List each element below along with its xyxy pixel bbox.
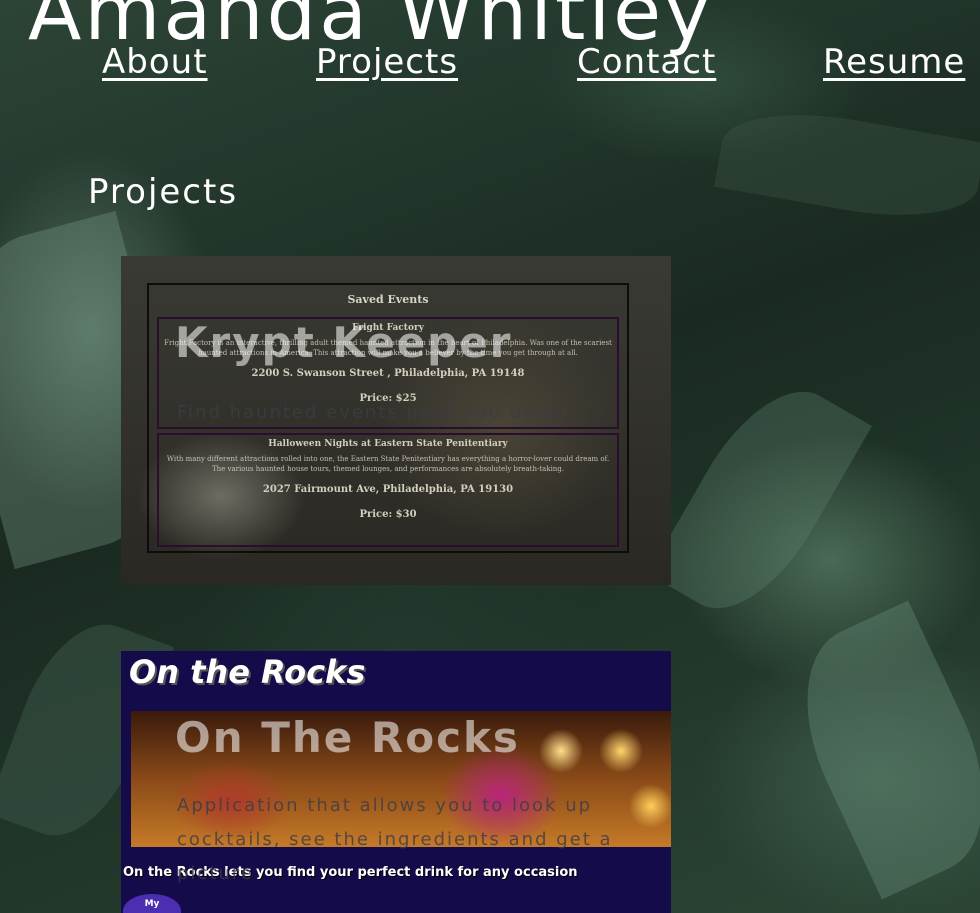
project-description: Application that allows you to look up c…	[177, 795, 613, 884]
project-description: Find haunted events near you using	[177, 402, 569, 423]
event-name: Halloween Nights at Eastern State Penite…	[268, 439, 508, 449]
project-title: Krypt Keeper	[175, 318, 513, 367]
project-card-krypt-keeper[interactable]: Saved Events Fright Factory Fright Facto…	[121, 256, 671, 585]
event-address: 2027 Fairmount Ave, Philadelphia, PA 191…	[262, 483, 514, 495]
nav-link-projects[interactable]: Projects	[316, 42, 458, 82]
saved-events-heading: Saved Events	[347, 293, 429, 306]
nav-link-about[interactable]: About	[102, 42, 208, 82]
background-leaf	[714, 98, 980, 232]
event-description: With many different attractions rolled i…	[166, 455, 610, 473]
background-leaf	[772, 600, 980, 900]
on-the-rocks-logo: On the Rocks	[129, 653, 366, 691]
event-card: Halloween Nights at Eastern State Penite…	[157, 433, 619, 547]
project-title: On The Rocks	[175, 713, 520, 762]
my-drinks-button[interactable]: My	[123, 894, 181, 913]
event-address: 2200 S. Swanson Street , Philadelphia, P…	[251, 367, 525, 379]
background-leaf	[648, 366, 872, 634]
nav-link-contact[interactable]: Contact	[577, 42, 716, 82]
project-card-on-the-rocks[interactable]: On the Rocks On the Rocks lets you find …	[121, 651, 671, 913]
section-title: Projects	[88, 172, 239, 212]
event-price: Price: $30	[359, 508, 417, 520]
nav-link-resume[interactable]: Resume	[823, 42, 965, 82]
